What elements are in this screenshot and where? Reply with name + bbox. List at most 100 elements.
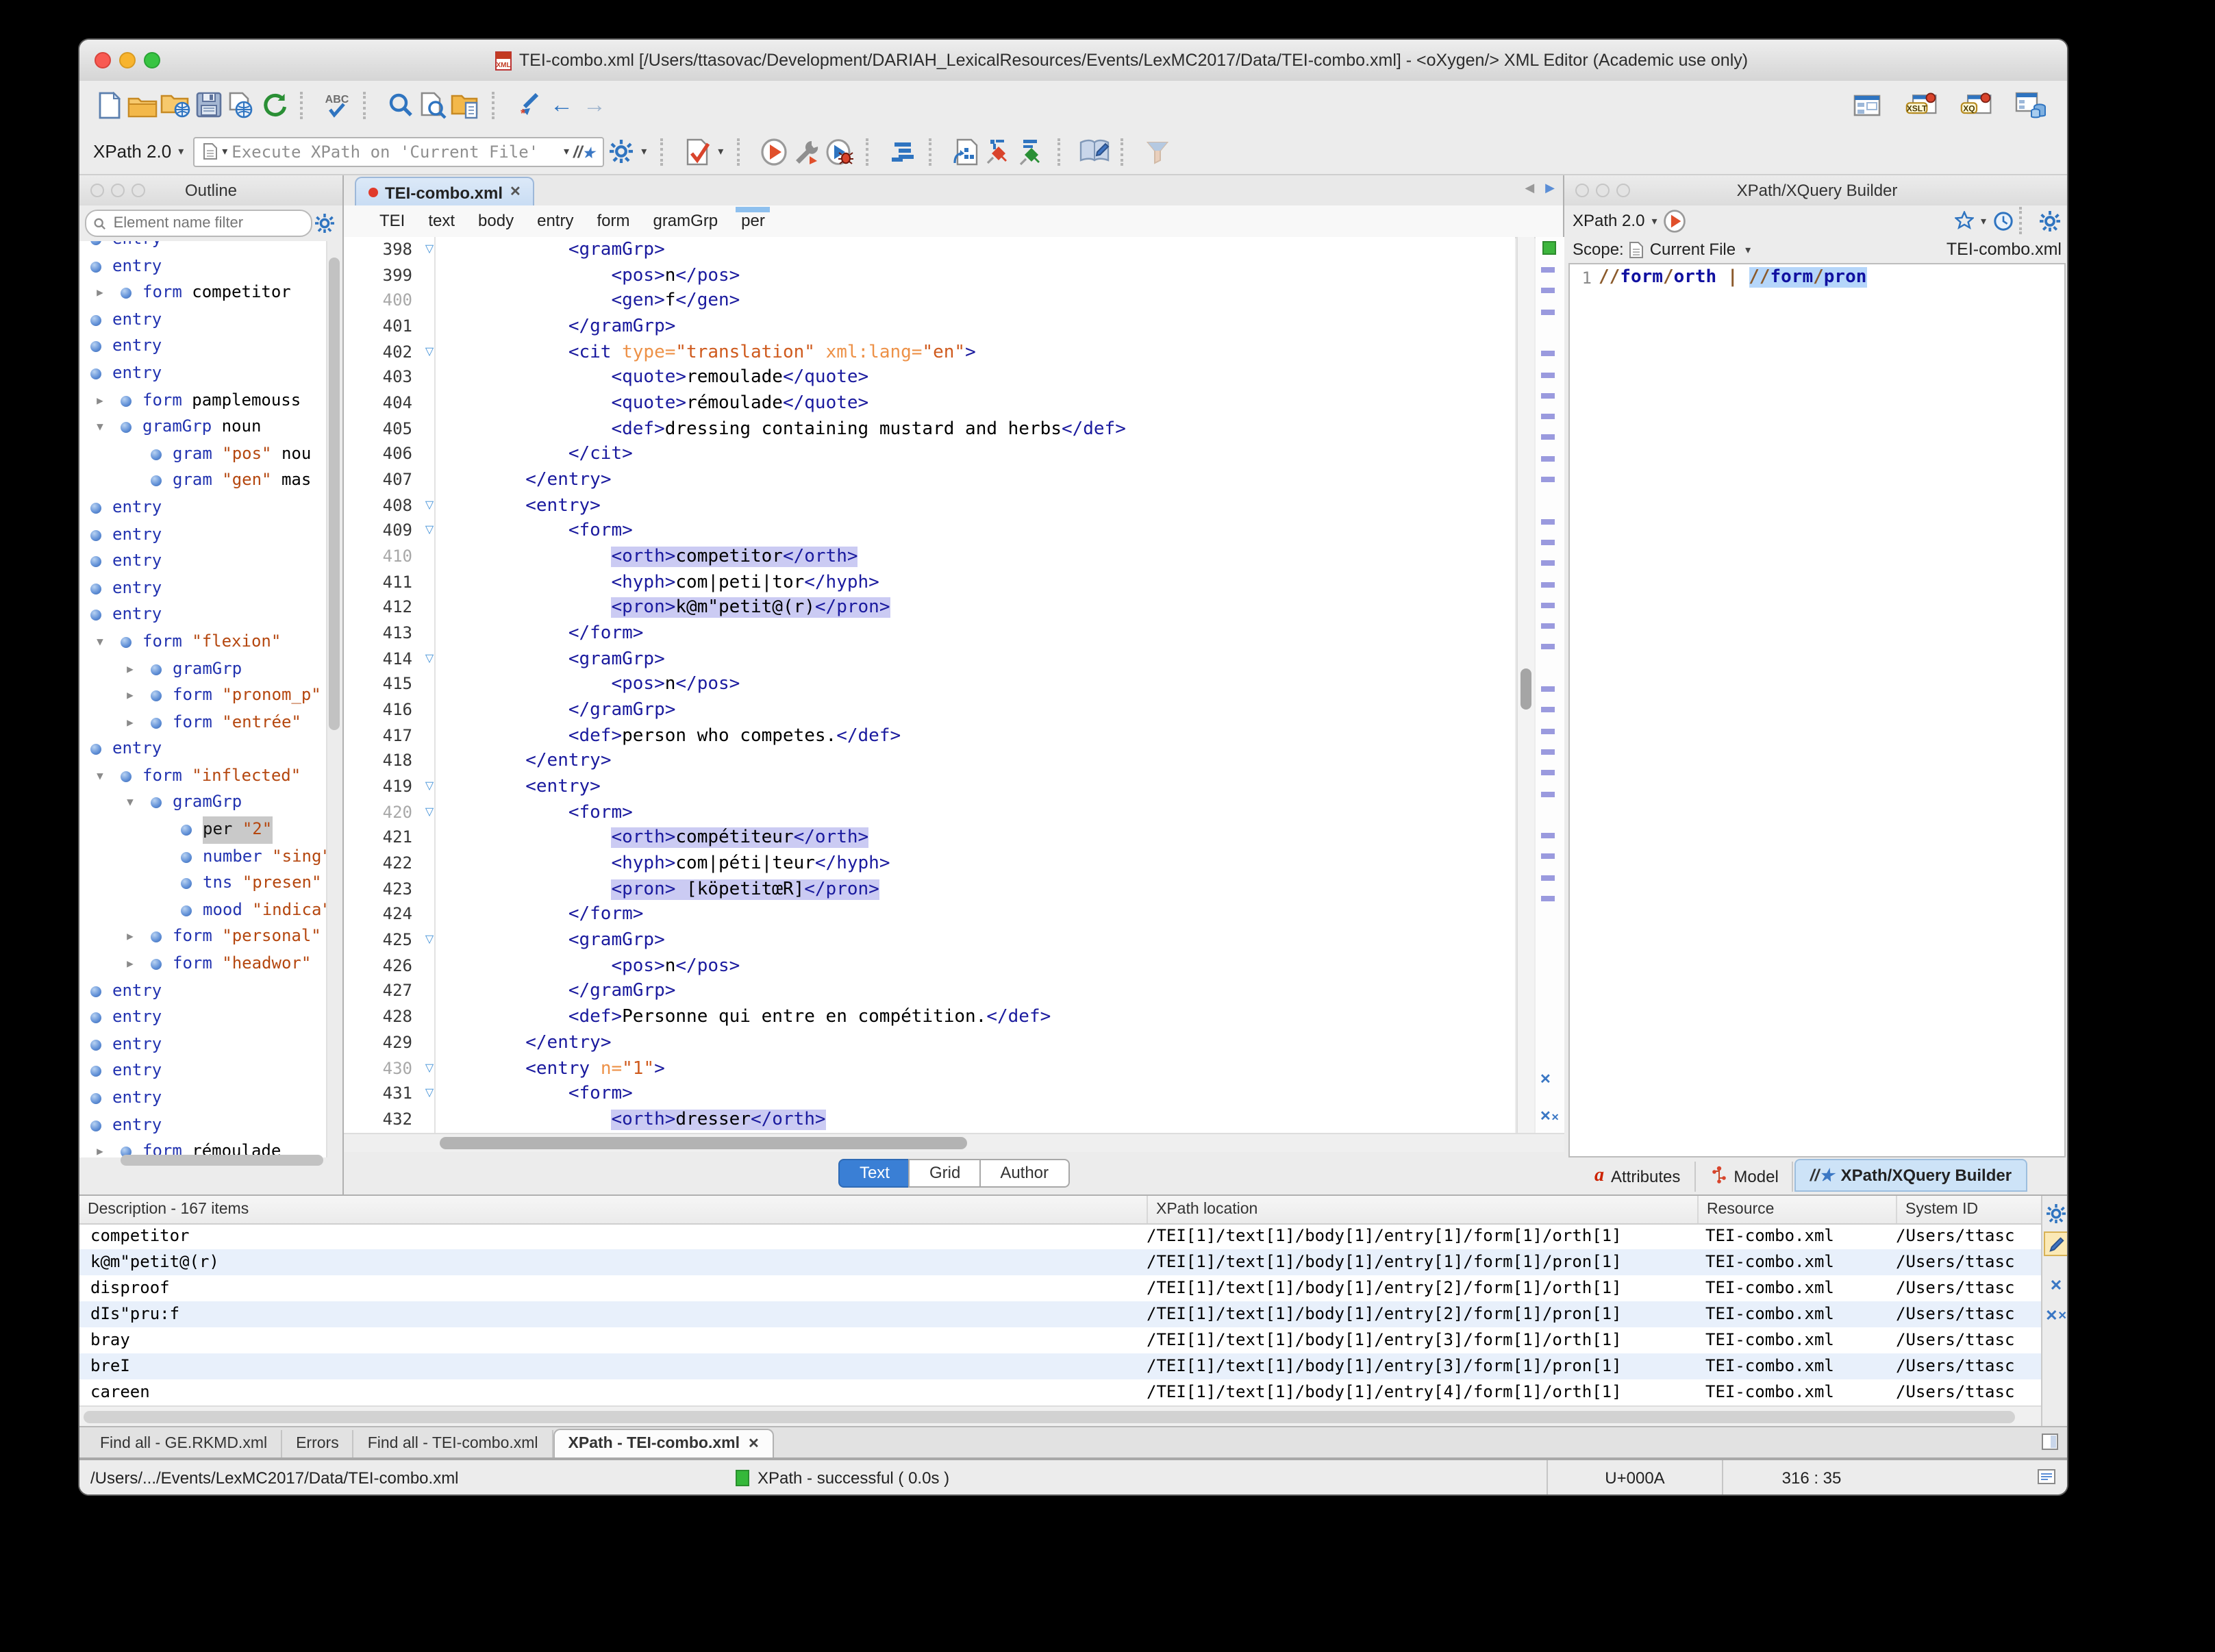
builder-tab-xpath-xquery-builder[interactable]: //★ XPath/XQuery Builder [1794,1159,2027,1192]
xpath-result-marker[interactable] [1541,875,1555,881]
fold-open-icon[interactable]: ▽ [419,927,440,953]
back-button[interactable]: ← [545,88,578,121]
xpath-result-marker[interactable] [1541,623,1555,629]
code-line[interactable]: 418 </entry> [344,749,1515,774]
xpath-result-marker[interactable] [1541,707,1555,713]
code-line[interactable]: 404 <quote>rémoulade</quote> [344,390,1515,416]
outline-item[interactable]: ▶ gramGrp [79,655,326,682]
bottom-tab-find-all-ge-rkmd-xml[interactable]: Find all - GE.RKMD.xml [86,1430,283,1457]
code-line[interactable]: 426 <pos>n</pos> [344,953,1515,979]
code-line[interactable]: 429 </entry> [344,1030,1515,1055]
xpath-result-marker[interactable] [1541,518,1555,525]
outline-item[interactable]: ▶ form pamplemouss [79,387,326,414]
close-icon[interactable]: ✕ [510,185,521,200]
outline-item[interactable]: entry [79,521,326,548]
tree-collapsed-icon[interactable]: ▶ [121,655,140,682]
outline-item[interactable]: ▶ form "headwor" [79,951,326,977]
scrollbar-thumb[interactable] [84,1411,2015,1423]
panel-dots[interactable] [90,184,145,197]
panel-toggle-icon[interactable] [2041,1433,2059,1457]
xpath-expression-combo[interactable]: ▾ Execute XPath on 'Current File' ▾ //★ [193,136,605,166]
code-line[interactable]: 407 </entry> [344,467,1515,492]
outline-item[interactable]: ▶ form competitor [79,279,326,306]
xpath-result-marker[interactable] [1541,896,1555,901]
code-line[interactable]: 412 <pron>k@m"petit@(r)</pron> [344,595,1515,621]
spell-check-button[interactable]: ABC [321,88,353,121]
element-filter-input[interactable] [110,214,304,233]
tree-expanded-icon[interactable]: ▼ [90,629,110,655]
xpath-result-marker[interactable] [1541,392,1555,399]
find-resource-button[interactable] [449,88,482,121]
outline-item[interactable]: ▶ form "entrée" [79,709,326,736]
code-line[interactable]: 401 </gramGrp> [344,314,1515,339]
database-perspective-button[interactable] [2015,88,2048,121]
code-line[interactable]: 408 ▽ <entry> [344,492,1515,518]
favorites-star-button[interactable] [1952,204,1977,237]
last-edit-location-button[interactable]: * [512,88,545,121]
xpath-result-marker[interactable] [1541,560,1555,566]
minimize-window-button[interactable] [119,52,136,68]
outline-settings-gear-button[interactable] [312,211,337,236]
outline-item[interactable]: ▼ gramGrp [79,790,326,816]
xpath-result-marker[interactable] [1541,581,1555,587]
xpath-result-marker[interactable] [1541,539,1555,545]
outline-item[interactable]: ▶ form "pronom_p" [79,682,326,709]
view-button-text[interactable]: Text [838,1159,910,1188]
view-button-grid[interactable]: Grid [908,1159,981,1188]
open-folder-button[interactable] [126,88,159,121]
save-button[interactable] [192,88,225,121]
outline-item[interactable]: entry [79,1112,326,1138]
code-editor[interactable]: 398 ▽ <gramGrp> 399 <pos>n</pos> 400 <gen>f… [344,237,1515,1133]
breadcrumb-item-text[interactable]: text [428,205,455,237]
code-line[interactable]: 425 ▽ <gramGrp> [344,927,1515,953]
xpath-result-marker[interactable] [1541,288,1555,294]
code-line[interactable]: 431 ▽ <form> [344,1081,1515,1106]
xpath-result-marker[interactable] [1541,434,1555,440]
debug-transformation-button[interactable] [823,135,856,168]
reload-icon[interactable] [258,88,290,121]
bottom-tab-errors[interactable]: Errors [282,1430,354,1457]
outline-item[interactable]: gram "pos" nou [79,441,326,468]
code-line[interactable]: 413 </form> [344,621,1515,646]
code-line[interactable]: 409 ▽ <form> [344,518,1515,544]
outline-item[interactable]: entry [79,1004,326,1031]
find-in-files-button[interactable] [416,88,449,121]
console-icon[interactable] [2037,1468,2056,1485]
result-row[interactable]: disproof/TEI[1]/text[1]/body[1]/entry[2]… [79,1275,2041,1301]
fold-open-icon[interactable]: ▽ [419,800,440,825]
editor-vertical-scrollbar[interactable] [1516,237,1534,1133]
tree-collapsed-icon[interactable]: ▶ [121,682,140,709]
outline-tree[interactable]: entryentry▶form competitorentryentryentr… [79,241,327,1157]
outline-item[interactable]: ▼ gramGrp noun [79,414,326,440]
tree-collapsed-icon[interactable]: ▶ [121,924,140,951]
outline-item[interactable]: mood "indica" [79,897,326,924]
results-horizontal-scrollbar[interactable] [79,1405,2041,1427]
code-line[interactable]: 428 <def>Personne qui entre en compétiti… [344,1004,1515,1029]
tree-collapsed-icon[interactable]: ▶ [90,279,110,306]
outline-item[interactable]: entry [79,334,326,360]
xpath-result-marker[interactable] [1541,749,1555,755]
outline-item[interactable]: entry [79,575,326,601]
outline-item[interactable]: entry [79,548,326,575]
xpath-result-marker[interactable] [1541,791,1555,797]
code-line[interactable]: 399 <pos>n</pos> [344,262,1515,288]
code-line[interactable]: 411 <hyph>com|peti|tor</hyph> [344,569,1515,595]
column-header-system-id[interactable]: System ID [1896,1196,2041,1223]
column-header-description[interactable]: Description - 167 items [79,1196,1147,1223]
scrollbar-thumb[interactable] [440,1137,967,1149]
result-row[interactable]: breI/TEI[1]/text[1]/body[1]/entry[3]/for… [79,1353,2041,1379]
outline-item[interactable]: ▼ form "inflected" [79,763,326,790]
outline-item[interactable]: entry [79,602,326,629]
bottom-tab-find-all-tei-combo-xml[interactable]: Find all - TEI-combo.xml [354,1430,553,1457]
close-icon[interactable]: ✕ [748,1436,760,1451]
result-row[interactable]: competitor/TEI[1]/text[1]/body[1]/entry[… [79,1223,2041,1249]
fold-open-icon[interactable]: ▽ [419,237,440,262]
ruler-x-icon[interactable]: ✕ [1540,1073,1551,1088]
scope-value[interactable]: Current File [1650,240,1736,259]
result-row[interactable]: bray/TEI[1]/text[1]/body[1]/entry[3]/for… [79,1327,2041,1353]
fold-open-icon[interactable]: ▽ [419,492,440,518]
find-replace-button[interactable] [384,88,416,121]
apply-transformation-button[interactable] [758,135,790,168]
code-line[interactable]: 410 <orth>competitor</orth> [344,544,1515,569]
open-url-button[interactable] [159,88,192,121]
